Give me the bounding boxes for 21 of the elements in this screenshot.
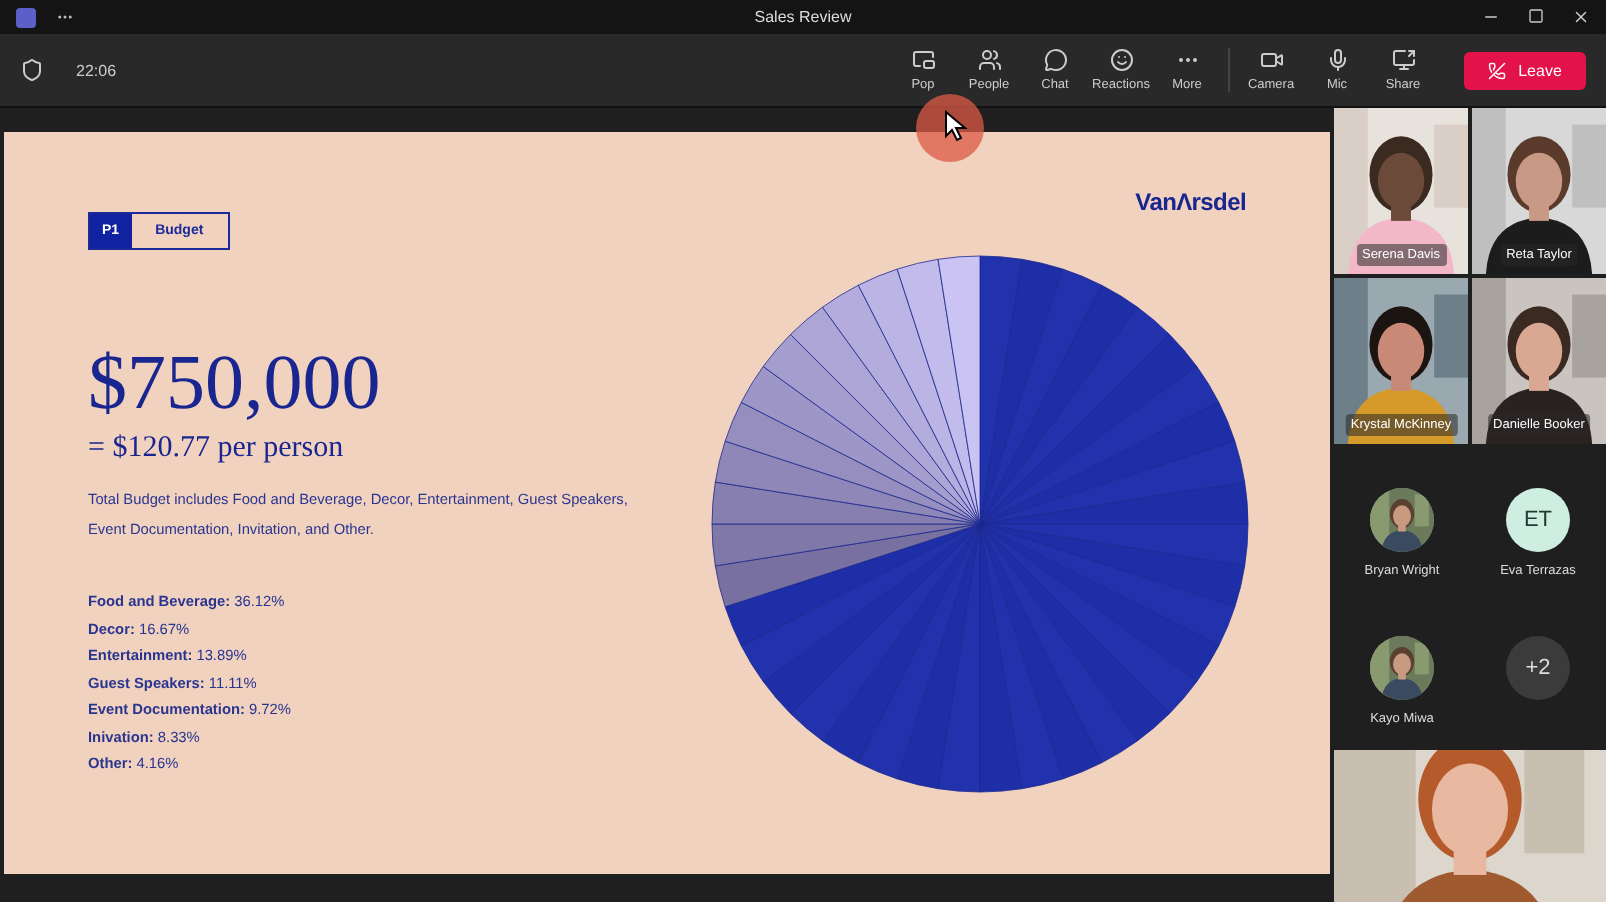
avatar: ET: [1506, 488, 1570, 552]
window-title: Sales Review: [754, 8, 852, 26]
company-logo: VanΛrsdel: [1135, 188, 1246, 216]
share-screen-icon: [1391, 48, 1415, 72]
maximize-icon[interactable]: [1528, 8, 1544, 24]
close-icon[interactable]: [1572, 8, 1590, 26]
shield-icon: [20, 58, 44, 82]
chat-icon: [1043, 48, 1067, 72]
phone-icon: [1488, 61, 1507, 79]
cursor-icon: [944, 110, 968, 142]
camera-icon: [1259, 48, 1283, 72]
microphone-icon: [1325, 48, 1349, 72]
pop-out-icon: [911, 48, 935, 72]
app-logo-icon[interactable]: [16, 7, 36, 27]
people-icon: [977, 48, 1001, 72]
more-participants-badge[interactable]: +2: [1506, 636, 1570, 700]
budget-amount: $750,000: [88, 338, 383, 428]
smile-icon: [1109, 48, 1133, 72]
leave-button[interactable]: Leave: [1464, 51, 1586, 89]
meeting-timer: 22:06: [76, 61, 117, 79]
per-person-amount: = $120.77 per person: [88, 432, 346, 466]
